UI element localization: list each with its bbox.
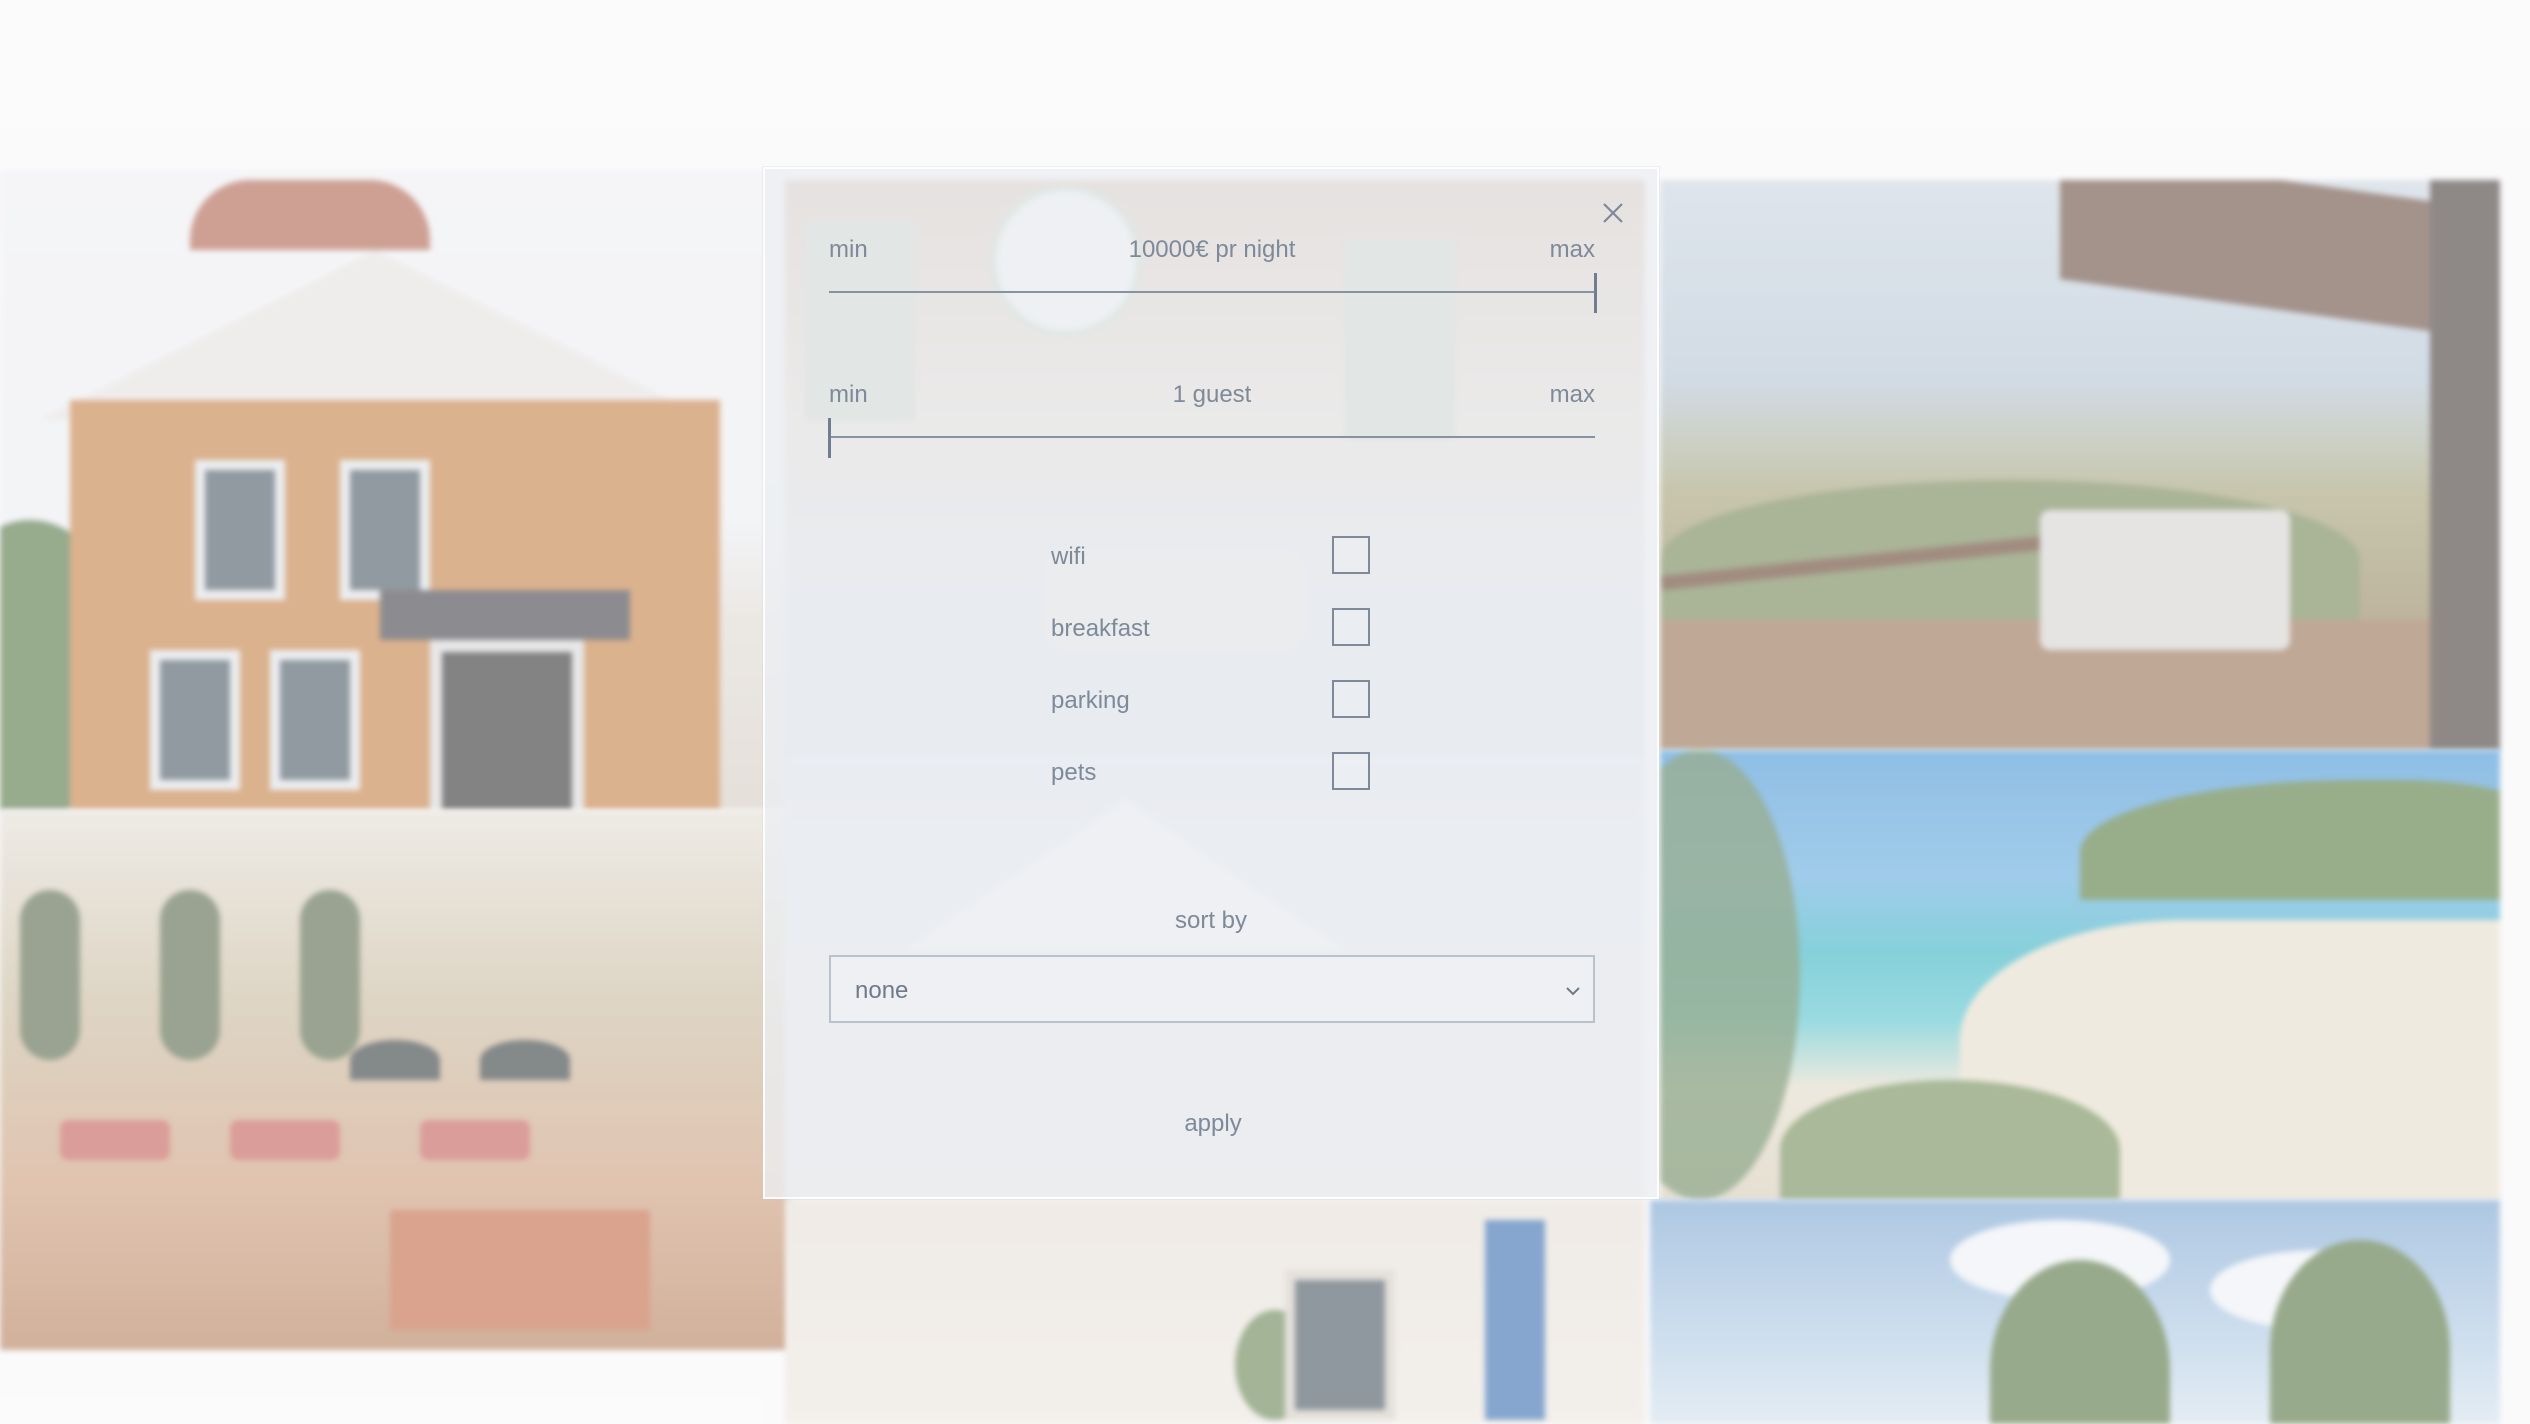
amenity-label: wifi (1051, 543, 1086, 570)
price-slider-thumb[interactable] (1594, 273, 1597, 313)
parking-checkbox[interactable] (1332, 680, 1370, 718)
amenities-list: wifi breakfast parking pets (1051, 536, 1370, 824)
price-slider-track[interactable] (829, 291, 1595, 293)
price-range-slider[interactable] (829, 273, 1597, 313)
close-icon (1603, 203, 1623, 223)
close-button[interactable] (1596, 196, 1630, 230)
pets-checkbox[interactable] (1332, 752, 1370, 790)
price-max-label: max (1549, 236, 1595, 263)
guest-range-labels: min 1 guest max (829, 381, 1595, 415)
amenity-label: breakfast (1051, 615, 1150, 642)
wifi-checkbox[interactable] (1332, 536, 1370, 574)
guest-max-label: max (1549, 381, 1595, 408)
amenity-label: parking (1051, 687, 1130, 714)
amenity-label: pets (1051, 759, 1097, 786)
amenity-pets: pets (1051, 752, 1370, 824)
guest-range-slider[interactable] (828, 418, 1595, 458)
guest-slider-track[interactable] (829, 436, 1595, 438)
breakfast-checkbox[interactable] (1332, 608, 1370, 646)
sort-selected-value: none (855, 977, 909, 1004)
sort-by-label: sort by (1174, 907, 1248, 934)
amenity-parking: parking (1051, 680, 1370, 752)
chevron-down-icon (1566, 987, 1580, 996)
price-range-labels: min 10000€ pr night max (829, 236, 1595, 270)
apply-button[interactable]: apply (1113, 1099, 1313, 1149)
filter-modal: min 10000€ pr night max min 1 guest max … (763, 167, 1659, 1199)
guest-slider-thumb[interactable] (828, 418, 831, 458)
guest-value-label: 1 guest (1172, 381, 1252, 408)
price-value-label: 10000€ pr night (1128, 236, 1296, 263)
amenity-wifi: wifi (1051, 536, 1370, 608)
amenity-breakfast: breakfast (1051, 608, 1370, 680)
sort-by-select[interactable]: none (829, 955, 1595, 1023)
